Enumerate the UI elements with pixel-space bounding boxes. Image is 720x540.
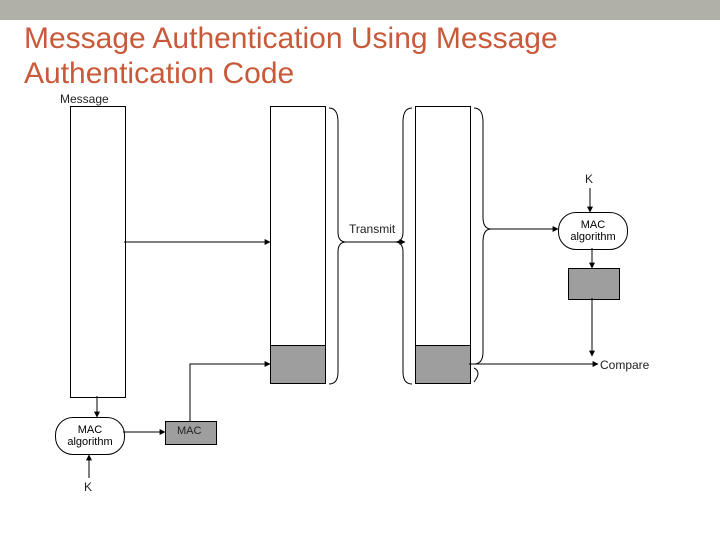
mac-diagram: Message MAC algorithm MAC K Transmit MAC…: [0, 92, 720, 522]
slide-top-bar: [0, 0, 720, 20]
slide-title: Message Authentication Using Message Aut…: [24, 22, 684, 91]
diagram-connectors: [0, 92, 720, 522]
